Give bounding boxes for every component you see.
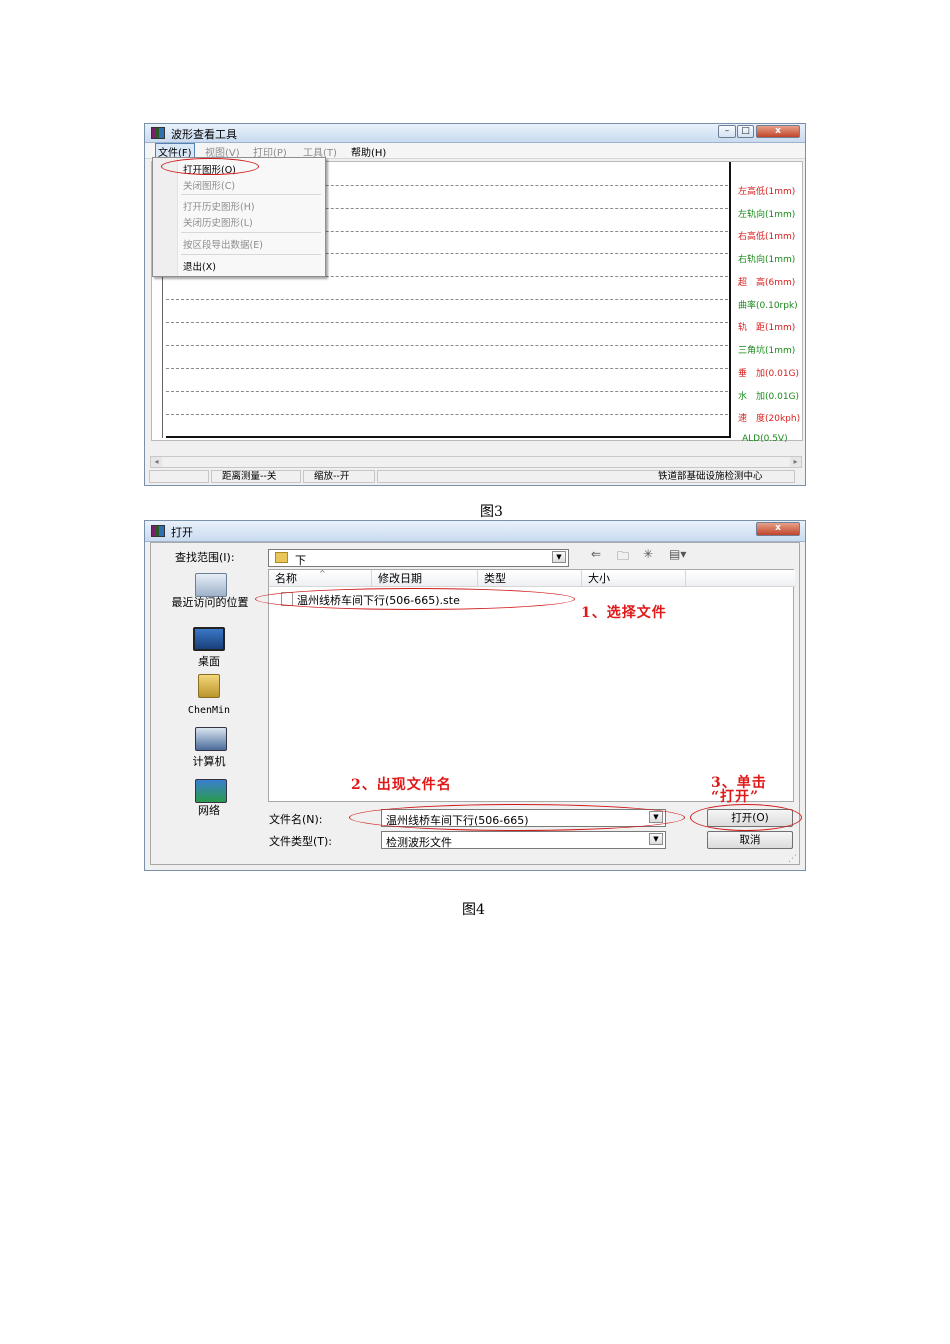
channel-line [166,391,728,392]
status-zoom: 缩放--开 [303,470,375,483]
app-icon [151,127,165,139]
filetype-label: 文件类型(T): [269,835,333,848]
view-menu-icon[interactable]: ▤▾ [669,547,686,561]
look-in-label: 查找范围(I): [175,551,235,564]
channel-line [166,322,728,323]
menu-help[interactable]: 帮助(H) [351,144,386,159]
channel-line [166,414,728,415]
menu-item-export-section[interactable]: 按区段导出数据(E) [183,237,263,251]
dialog-body: 查找范围(I): 下 ▼ ⇐ 🗀 ✳ ▤▾ 最近访问的位置 桌面 ChenMin… [150,542,802,865]
computer-icon[interactable] [195,727,227,751]
minimize-icon[interactable]: – [718,125,736,138]
channel-label: 垂 加(0.01G) [738,369,800,379]
horizontal-scrollbar[interactable]: ◂ ▸ [150,456,802,468]
place-computer[interactable]: 计算机 [181,753,237,769]
filetype-select[interactable]: 检测波形文件 ▼ [381,831,666,849]
menu-separator [181,254,321,255]
sort-ascending-icon: ^ [319,569,326,578]
column-name[interactable]: 名称 ^ [269,569,372,587]
app-icon [151,525,165,537]
figure-caption: 图4 [462,902,485,918]
menu-gutter [153,158,178,276]
filetype-value: 检测波形文件 [386,836,452,849]
window-title: 波形查看工具 [171,128,237,141]
title-bar: 波形查看工具 – □ x [145,124,805,143]
column-size[interactable]: 大小 [582,570,686,587]
figure-caption: 图3 [480,504,503,520]
column-type[interactable]: 类型 [478,570,582,587]
channel-label: 三角坑(1mm) [738,346,796,356]
place-recent[interactable]: 最近访问的位置 [167,597,253,608]
menu-separator [181,194,321,195]
desktop-icon[interactable] [193,627,225,651]
resize-grip-icon[interactable]: ⋰ [788,854,797,864]
channel-label: 水 加(0.01G) [738,392,800,402]
open-file-dialog: 打开 x 查找范围(I): 下 ▼ ⇐ 🗀 ✳ ▤▾ 最近访问的位置 桌面 Ch… [144,520,806,871]
filename-label: 文件名(N): [269,813,323,826]
status-org: 铁道部基础设施检测中心 [377,470,795,483]
close-icon[interactable]: x [756,125,800,138]
channel-line [166,299,728,300]
annotation-step3-line2: “打开” [711,789,760,805]
plot-baseline [166,436,729,438]
place-desktop[interactable]: 桌面 [181,653,237,669]
recent-places-icon[interactable] [195,573,227,597]
channel-line [166,345,728,346]
column-modified[interactable]: 修改日期 [372,570,478,587]
folder-icon [275,552,288,563]
highlight-ellipse [690,804,802,831]
new-folder-icon[interactable]: ✳ [643,547,653,561]
channel-line [166,368,728,369]
channel-label: 右轨向(1mm) [738,255,796,265]
channel-label: 速 度(20kph) [738,414,801,424]
place-network[interactable]: 网络 [181,802,237,818]
channel-label: 左高低(1mm) [738,187,796,197]
menu-item-close-history[interactable]: 关闭历史图形(L) [183,215,253,229]
highlight-ellipse [255,588,575,610]
menu-item-open-history[interactable]: 打开历史图形(H) [183,199,255,213]
channel-label: 超 高(6mm) [738,278,796,288]
dialog-title: 打开 [171,526,193,539]
place-user[interactable]: ChenMin [181,705,237,716]
status-bar: 距离测量--关 缩放--开 铁道部基础设施检测中心 [145,469,805,485]
maximize-icon[interactable]: □ [737,125,754,138]
channel-label: ALD(0.5V) [742,434,788,444]
scroll-right-icon[interactable]: ▸ [790,457,801,467]
column-empty [686,570,795,587]
up-folder-icon[interactable]: 🗀 [617,547,629,568]
annotation-step2: 2、出现文件名 [351,777,452,793]
chevron-down-icon[interactable]: ▼ [552,551,566,563]
look-in-select[interactable]: 下 ▼ [268,549,569,567]
menu-item-exit[interactable]: 退出(X) [183,259,216,273]
chevron-down-icon[interactable]: ▼ [649,833,663,845]
scroll-left-icon[interactable]: ◂ [151,457,162,467]
cancel-button[interactable]: 取消 [707,831,793,849]
dialog-title-bar: 打开 x [145,521,805,542]
highlight-ellipse [349,804,685,831]
back-icon[interactable]: ⇐ [591,547,601,561]
file-menu-dropdown: 打开图形(O) 关闭图形(C) 打开历史图形(H) 关闭历史图形(L) 按区段导… [152,157,326,277]
close-icon[interactable]: x [756,522,800,536]
menu-separator [181,232,321,233]
plot-right-border [729,162,731,438]
user-folder-icon[interactable] [198,674,220,698]
channel-label: 轨 距(1mm) [738,323,796,333]
network-icon[interactable] [195,779,227,803]
look-in-value: 下 [295,554,306,567]
status-pane-empty [149,470,209,483]
channel-label: 右高低(1mm) [738,232,796,242]
status-distance: 距离测量--关 [211,470,301,483]
annotation-step1: 1、选择文件 [581,605,667,621]
channel-label: 左轨向(1mm) [738,210,796,220]
channel-label: 曲率(0.10rpk) [738,301,798,311]
highlight-ellipse [161,158,259,175]
waveform-viewer-window: 波形查看工具 – □ x 文件(F) 视图(V) 打印(P) 工具(T) 帮助(… [144,123,806,486]
column-name-label: 名称 [275,572,297,585]
menu-item-close-graph[interactable]: 关闭图形(C) [183,178,235,192]
